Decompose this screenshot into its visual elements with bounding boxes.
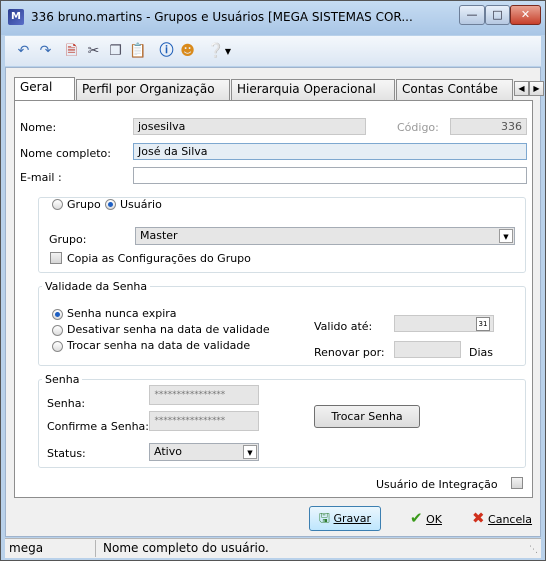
status-select-value: Ativo <box>154 445 182 458</box>
senha-field[interactable]: **************** <box>149 385 259 405</box>
title-bar[interactable]: M 336 bruno.martins - Grupos e Usuários … <box>1 1 545 35</box>
radio-senha-nunca-expira-label: Senha nunca expira <box>67 307 177 320</box>
user-group-icon[interactable]: ☻ <box>179 43 196 60</box>
chevron-down-icon: ▼ <box>499 229 513 243</box>
cut-icon[interactable]: ✂ <box>85 43 102 60</box>
status-label: Status: <box>47 447 86 460</box>
ok-label: OK <box>426 513 442 526</box>
maximize-button[interactable]: □ <box>485 5 510 25</box>
checkmark-icon: ✔ <box>410 509 423 527</box>
radio-trocar-senha[interactable] <box>52 341 63 352</box>
status-bar: mega Nome completo do usuário. ⋱ <box>5 538 541 558</box>
toolbar: ↶ ↷ 🗎 ✂ ❐ 📋 ⓘ ☻ ❔ ▼ <box>5 36 541 66</box>
application-window: M 336 bruno.martins - Grupos e Usuários … <box>0 0 546 561</box>
window-title: 336 bruno.martins - Grupos e Usuários [M… <box>31 10 413 24</box>
renovar-field[interactable] <box>394 341 461 358</box>
grupo-select-value: Master <box>140 229 178 242</box>
senha-label: Senha: <box>47 397 86 410</box>
info-icon[interactable]: ⓘ <box>158 43 175 60</box>
tab-geral[interactable]: Geral <box>14 77 75 100</box>
resize-grip-icon[interactable]: ⋱ <box>529 545 538 555</box>
calendar-icon[interactable]: 31 <box>476 317 490 331</box>
redo-icon[interactable]: ↷ <box>37 43 54 60</box>
radio-usuario-label: Usuário <box>120 198 162 211</box>
tab-perfil-label: Perfil por Organização <box>82 82 215 96</box>
cancel-x-icon: ✖ <box>471 509 485 527</box>
valido-ate-label: Valido até: <box>314 320 373 333</box>
radio-usuario[interactable] <box>105 199 116 210</box>
radio-grupo[interactable] <box>52 199 63 210</box>
codigo-field[interactable]: 336 <box>450 118 527 135</box>
radio-desativar-senha[interactable] <box>52 325 63 336</box>
ok-button[interactable]: ✔ OK <box>401 506 451 531</box>
grupo-select[interactable]: Master ▼ <box>135 227 515 245</box>
validade-legend: Validade da Senha <box>42 280 151 293</box>
tab-geral-label: Geral <box>20 80 53 94</box>
senha-legend: Senha <box>42 373 83 386</box>
confirme-senha-field[interactable]: **************** <box>149 411 259 431</box>
paste-icon[interactable]: 📋 <box>129 43 146 60</box>
trocar-senha-button[interactable]: Trocar Senha <box>314 405 420 428</box>
grupo-field-label: Grupo: <box>49 233 87 246</box>
save-icon: 🖫 <box>318 511 330 526</box>
help-icon[interactable]: ❔ <box>207 43 224 60</box>
nome-field[interactable]: josesilva <box>133 118 366 135</box>
radio-senha-nunca-expira[interactable] <box>52 309 63 320</box>
tab-contas-label: Contas Contábe <box>402 82 498 96</box>
status-user: mega <box>9 541 44 555</box>
renovar-label: Renovar por: <box>314 346 385 359</box>
gravar-button[interactable]: 🖫 Gravar <box>309 506 381 531</box>
confirme-senha-label: Confirme a Senha: <box>47 420 149 433</box>
mega-logo-icon: M <box>8 9 24 25</box>
copy-icon[interactable]: ❐ <box>107 43 124 60</box>
nome-label: Nome: <box>20 121 57 134</box>
cancela-label: Cancela <box>488 513 533 526</box>
status-divider <box>95 540 96 557</box>
copia-checkbox[interactable] <box>50 252 62 264</box>
status-hint: Nome completo do usuário. <box>103 541 269 555</box>
nome-completo-field[interactable]: José da Silva <box>133 143 527 160</box>
valido-ate-field[interactable]: 31 <box>394 315 494 332</box>
tab-scroll-right-icon[interactable]: ▶ <box>529 81 544 96</box>
tab-scroll-left-icon[interactable]: ◀ <box>514 81 529 96</box>
cancela-button[interactable]: ✖ Cancela <box>466 506 538 531</box>
tab-contas-contabeis[interactable]: Contas Contábe <box>396 79 513 100</box>
radio-grupo-label: Grupo <box>67 198 101 211</box>
dias-label: Dias <box>469 346 493 359</box>
usuario-integracao-checkbox[interactable] <box>511 477 523 489</box>
close-button[interactable]: ✕ <box>510 5 541 25</box>
tab-hierarquia-label: Hierarquia Operacional <box>237 82 376 96</box>
tab-hierarquia-operacional[interactable]: Hierarquia Operacional <box>231 79 395 100</box>
copia-label: Copia as Configurações do Grupo <box>67 252 251 265</box>
radio-trocar-senha-label: Trocar senha na data de validade <box>67 339 251 352</box>
usuario-integracao-label: Usuário de Integração <box>376 478 498 491</box>
gravar-label: Gravar <box>333 512 372 525</box>
new-document-icon[interactable]: 🗎 <box>63 43 80 60</box>
email-label: E-mail : <box>20 171 62 184</box>
email-field[interactable] <box>133 167 527 184</box>
codigo-label: Código: <box>397 121 439 134</box>
status-select[interactable]: Ativo ▼ <box>149 443 259 461</box>
nome-completo-label: Nome completo: <box>20 147 111 160</box>
chevron-down-icon: ▼ <box>243 445 257 459</box>
dropdown-arrow-icon[interactable]: ▼ <box>223 43 233 60</box>
tab-perfil-organizacao[interactable]: Perfil por Organização <box>76 79 230 100</box>
undo-icon[interactable]: ↶ <box>15 43 32 60</box>
radio-desativar-senha-label: Desativar senha na data de validade <box>67 323 270 336</box>
minimize-button[interactable]: — <box>459 5 485 25</box>
